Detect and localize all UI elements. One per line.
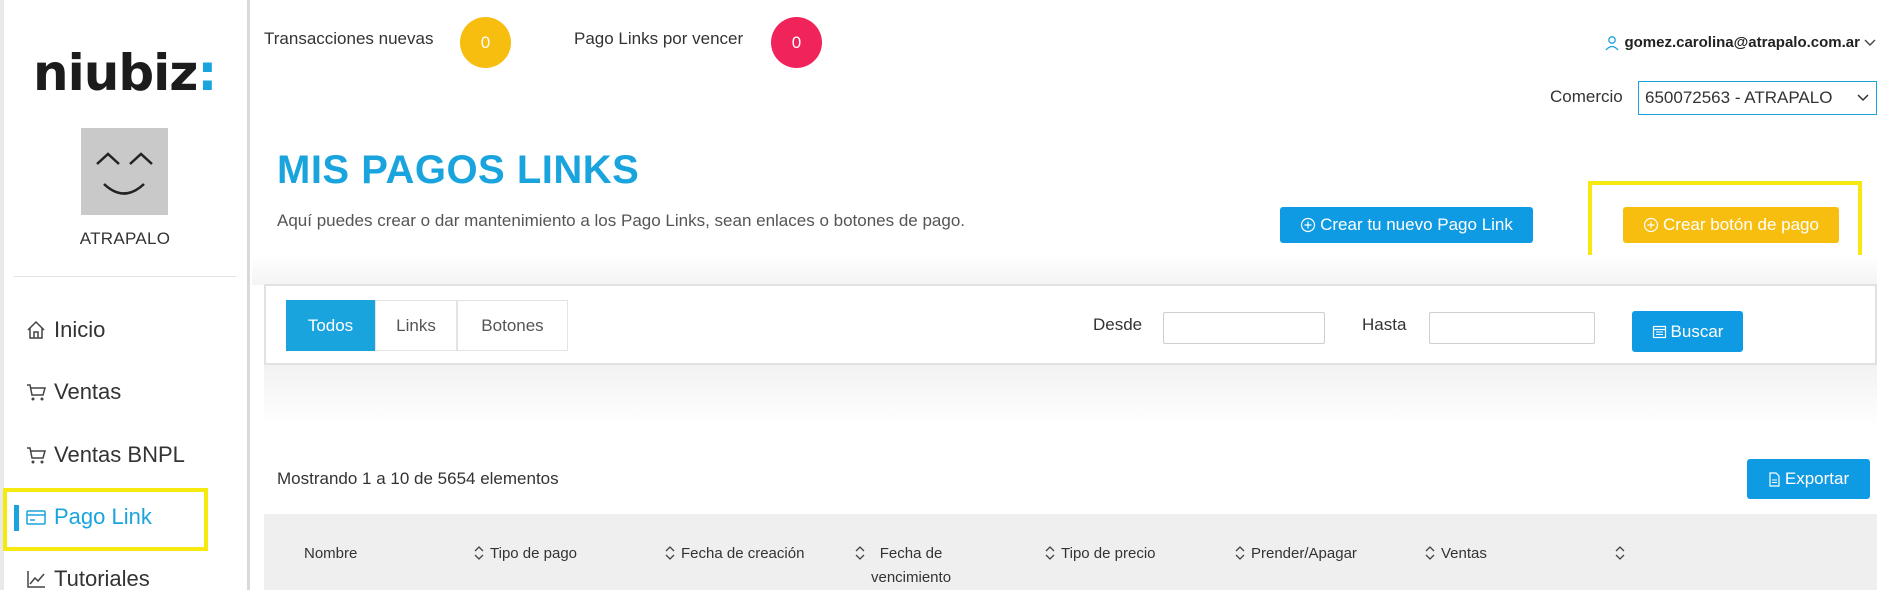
new-transactions-label: Transacciones nuevas: [264, 29, 434, 48]
export-button[interactable]: Exportar: [1747, 459, 1870, 499]
column-label: Prender/Apagar: [1251, 545, 1357, 562]
showing-count: Mostrando 1 a 10 de 5654 elementos: [277, 469, 559, 488]
column-label: Nombre: [304, 545, 358, 562]
page-subtitle: Aquí puedes crear o dar mantenimiento a …: [277, 211, 966, 230]
desde-input[interactable]: [1163, 312, 1325, 344]
sidebar-item-label: Tutoriales: [54, 566, 150, 590]
avatar: [81, 128, 168, 215]
column-header-fecha-vencimiento[interactable]: Fecha de vencimiento: [854, 542, 951, 590]
filter-bar: Todos Links Botones Desde Hasta Buscar: [264, 284, 1877, 365]
column-label: Fecha de vencimiento: [871, 545, 952, 586]
sidebar-item-ventas-bnpl[interactable]: Ventas BNPL: [24, 435, 185, 475]
tab-links[interactable]: Links: [375, 300, 457, 351]
home-icon: [24, 318, 48, 342]
column-header-prender-apagar[interactable]: Prender/Apagar: [1234, 542, 1357, 566]
column-header-tipo-de-precio[interactable]: Tipo de precio: [1044, 542, 1156, 566]
page-title: MIS PAGOS LINKS: [277, 148, 640, 192]
table-header: Nombre Tipo de pago Fecha de creación Fe…: [264, 514, 1877, 590]
hasta-label: Hasta: [1362, 315, 1407, 334]
new-transactions-badge[interactable]: 0: [460, 17, 511, 68]
column-header-tipo-de-pago[interactable]: Tipo de pago: [473, 542, 577, 566]
sort-icon: [854, 545, 866, 561]
sidebar-item-tutoriales[interactable]: Tutoriales: [24, 559, 150, 590]
create-pago-link-button[interactable]: Crear tu nuevo Pago Link: [1280, 207, 1533, 243]
sort-icon: [473, 545, 485, 561]
sort-icon: [1044, 545, 1056, 561]
search-button-label: Buscar: [1670, 321, 1724, 341]
user-icon: [1604, 35, 1620, 51]
comercio-value: 650072563 - ATRAPALO: [1645, 88, 1833, 107]
file-icon: [1768, 471, 1781, 487]
plus-circle-icon: [1300, 217, 1316, 233]
create-pay-button-button[interactable]: Crear botón de pago: [1623, 207, 1839, 243]
sort-icon: [1234, 545, 1246, 561]
user-email: gomez.carolina@atrapalo.com.ar: [1624, 34, 1860, 51]
sidebar-divider: [14, 276, 236, 277]
calendar-icon: [1652, 324, 1667, 339]
comercio-label: Comercio: [1550, 87, 1623, 106]
sidebar-item-inicio[interactable]: Inicio: [24, 310, 105, 350]
sidebar-item-label: Ventas: [54, 379, 122, 404]
filter-shade: [264, 365, 1877, 425]
sort-icon: [664, 545, 676, 561]
comercio-select[interactable]: 650072563 - ATRAPALO: [1638, 81, 1877, 115]
column-header-actions[interactable]: [1614, 542, 1631, 561]
column-label: Fecha de creación: [681, 545, 805, 562]
user-menu[interactable]: gomez.carolina@atrapalo.com.ar: [1604, 34, 1877, 51]
desde-label: Desde: [1093, 315, 1143, 334]
tab-botones[interactable]: Botones: [457, 300, 568, 351]
sort-icon: [1424, 545, 1436, 561]
highlight-pago-link: [3, 488, 208, 551]
column-header-fecha-creacion[interactable]: Fecha de creación: [664, 542, 804, 566]
cart-icon: [24, 443, 48, 467]
cart-icon: [24, 380, 48, 404]
sidebar-item-ventas[interactable]: Ventas: [24, 372, 121, 412]
chart-icon: [24, 567, 48, 590]
create-pago-link-label: Crear tu nuevo Pago Link: [1320, 215, 1513, 234]
tab-todos[interactable]: Todos: [286, 300, 375, 351]
expiring-links-badge[interactable]: 0: [771, 17, 822, 68]
column-label: Tipo de precio: [1061, 545, 1156, 562]
plus-circle-icon: [1643, 217, 1659, 233]
column-label: Tipo de pago: [490, 545, 578, 562]
hasta-input[interactable]: [1429, 312, 1595, 344]
search-button[interactable]: Buscar: [1632, 311, 1743, 352]
brand-logo[interactable]: niubiz:: [33, 48, 217, 98]
create-pay-button-label: Crear botón de pago: [1663, 215, 1819, 234]
chevron-down-icon: [1863, 38, 1877, 48]
chevron-down-icon: [1856, 93, 1870, 103]
export-button-label: Exportar: [1784, 469, 1850, 488]
sidebar-item-label: Ventas BNPL: [54, 442, 185, 467]
column-header-ventas[interactable]: Ventas: [1424, 542, 1487, 566]
column-label: Ventas: [1441, 545, 1487, 562]
smiley-face-icon: [96, 152, 153, 195]
header-shade: [252, 255, 1877, 285]
expiring-links-label: Pago Links por vencer: [574, 29, 744, 48]
sidebar-item-label: Inicio: [54, 317, 106, 342]
merchant-name: ATRAPALO: [79, 229, 171, 248]
column-header-nombre[interactable]: Nombre: [304, 542, 357, 566]
sort-icon: [1614, 545, 1626, 561]
